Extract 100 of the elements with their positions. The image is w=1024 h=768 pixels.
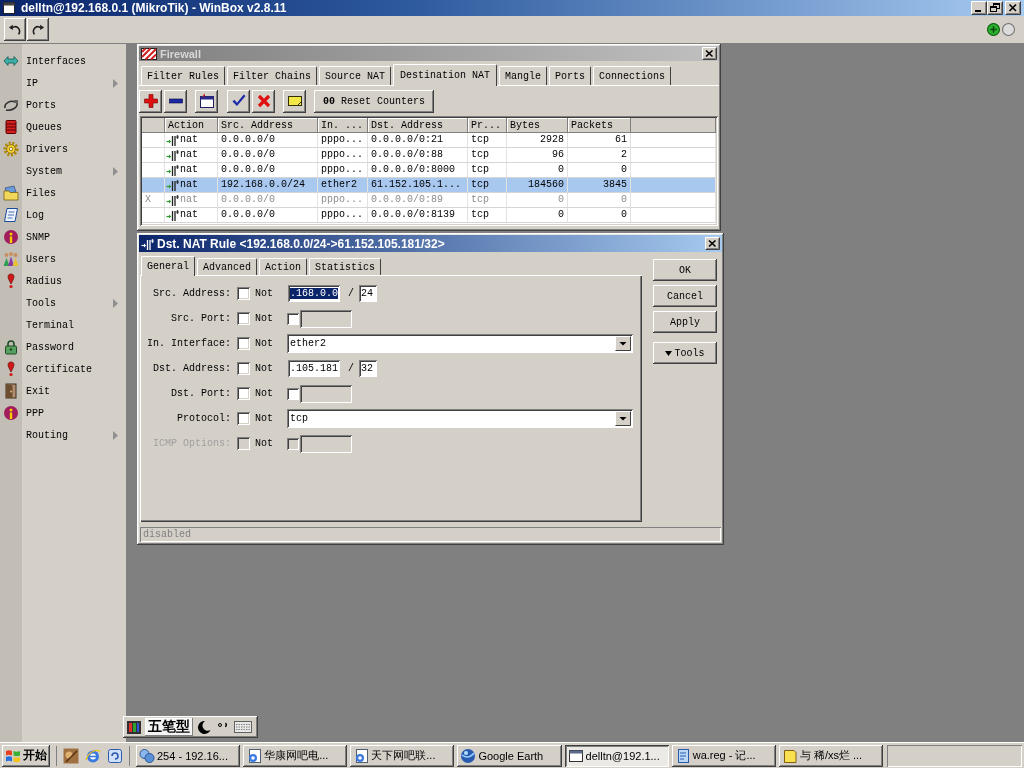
task-button[interactable]: Google Earth — [457, 744, 562, 767]
tab[interactable]: Filter Chains — [227, 66, 318, 85]
cross-icon — [255, 93, 272, 109]
browser-icon[interactable] — [85, 747, 101, 764]
check-button[interactable] — [227, 89, 250, 113]
add-button[interactable] — [139, 89, 162, 113]
not-checkbox[interactable] — [237, 287, 250, 300]
table-cell: 0.0.0.0/0 — [218, 133, 318, 147]
checkbox[interactable] — [287, 387, 299, 400]
column-header[interactable]: Packets — [568, 118, 631, 133]
sidebar-item[interactable]: Radius — [0, 270, 126, 292]
table-row[interactable]: nat 0.0.0.0/0 pppo... 0.0.0.0/0:8139 tcp 0 0 — [142, 208, 716, 223]
keyboard-icon[interactable] — [234, 720, 252, 734]
apply-button[interactable]: Apply — [653, 311, 717, 333]
sidebar-item[interactable]: Exit — [0, 380, 126, 402]
task-button[interactable]: 与 稀/xs烂 ... — [778, 744, 883, 767]
checkbox[interactable] — [287, 312, 299, 325]
sidebar-item[interactable]: IP — [0, 72, 126, 94]
column-header[interactable]: Action — [165, 118, 218, 133]
reset-counters-button[interactable]: 00 Reset Counters — [314, 89, 434, 113]
sidebar-item[interactable]: System — [0, 160, 126, 182]
sidebar-item[interactable]: Certificate — [0, 358, 126, 380]
tools-button[interactable]: Tools — [653, 342, 717, 364]
curved-arrow-icon — [8, 22, 22, 37]
window-button[interactable] — [195, 89, 218, 113]
restore-button[interactable] — [987, 1, 1003, 15]
table-cell: pppo... — [318, 208, 368, 222]
sidebar-item[interactable]: Drivers — [0, 138, 126, 160]
column-header[interactable]: Dst. Address — [368, 118, 468, 133]
tab[interactable]: Advanced — [197, 258, 258, 275]
sidebar-item[interactable]: Interfaces — [0, 50, 126, 72]
input-field[interactable] — [300, 434, 352, 453]
sidebar-item[interactable]: Routing — [0, 424, 126, 446]
task-button[interactable]: wa.reg - 记... — [671, 744, 776, 767]
task-button[interactable]: delltn@192.1... — [564, 744, 669, 767]
tab[interactable]: Filter Rules — [141, 66, 225, 85]
sidebar-item[interactable]: Files — [0, 182, 126, 204]
close-button[interactable] — [1005, 1, 1021, 15]
caret-icon — [665, 350, 673, 356]
arrow-bars-icon — [166, 194, 179, 206]
ok-button[interactable]: OK — [653, 259, 717, 281]
not-checkbox[interactable] — [237, 337, 250, 350]
not-checkbox[interactable] — [237, 387, 250, 400]
refresh-icon[interactable] — [107, 747, 123, 764]
cancel-button[interactable]: Cancel — [653, 285, 717, 307]
sidebar-item[interactable]: Terminal — [0, 314, 126, 336]
not-checkbox[interactable] — [237, 312, 250, 325]
task-button[interactable]: 天下网吧联... — [350, 744, 455, 767]
picture-icon[interactable] — [63, 747, 79, 764]
input-field[interactable] — [300, 384, 352, 403]
tab[interactable]: Connections — [593, 66, 672, 85]
remove-button[interactable] — [164, 89, 187, 113]
minimize-button[interactable] — [971, 1, 987, 15]
checkbox-label: Not — [255, 413, 273, 424]
mask-field[interactable]: 24 — [359, 285, 377, 302]
note-button[interactable] — [283, 89, 306, 113]
task-button[interactable]: 华康网吧电... — [243, 744, 348, 767]
address-field[interactable]: .168.0.0 — [288, 285, 340, 302]
undo-button[interactable] — [4, 18, 26, 41]
column-header[interactable]: Src. Address — [218, 118, 318, 133]
dropdown[interactable]: ether2 — [287, 334, 633, 353]
table-cell: 0.0.0.0/0:88 — [368, 148, 468, 162]
cross-button[interactable] — [252, 89, 275, 113]
tab[interactable]: Source NAT — [319, 66, 392, 85]
sidebar-item[interactable]: Users — [0, 248, 126, 270]
sidebar-item[interactable]: SNMP — [0, 226, 126, 248]
separator-text: / — [348, 363, 354, 374]
tab[interactable]: General — [141, 256, 195, 276]
sidebar-item[interactable]: Tools — [0, 292, 126, 314]
moon-icon[interactable] — [196, 719, 212, 735]
sidebar-item[interactable]: Ports — [0, 94, 126, 116]
address-field[interactable]: .105.181 — [288, 360, 340, 377]
table-row[interactable]: nat 0.0.0.0/0 pppo... 0.0.0.0/0:21 tcp 2928 61 — [142, 133, 716, 148]
not-checkbox[interactable] — [237, 362, 250, 375]
table-cell: tcp — [468, 163, 507, 177]
tab[interactable]: Statistics — [309, 258, 382, 275]
input-mode-button[interactable]: 五笔型 — [145, 718, 193, 736]
tab[interactable]: Ports — [549, 66, 592, 85]
sidebar-item[interactable]: Queues — [0, 116, 126, 138]
column-header[interactable]: Bytes — [507, 118, 568, 133]
column-header[interactable]: Pr... — [468, 118, 507, 133]
close-button[interactable] — [705, 237, 720, 250]
mask-field[interactable]: 32 — [359, 360, 377, 377]
input-field[interactable] — [300, 309, 352, 328]
column-header[interactable]: In. ... — [318, 118, 368, 133]
tab[interactable]: Action — [259, 258, 308, 275]
tab[interactable]: Destination NAT — [393, 64, 498, 86]
sidebar-item[interactable]: PPP — [0, 402, 126, 424]
padlock-icon — [3, 339, 19, 355]
tab[interactable]: Mangle — [499, 66, 548, 85]
start-button[interactable]: 开始 — [2, 744, 50, 767]
sidebar-item[interactable]: Log — [0, 204, 126, 226]
dropdown[interactable]: tcp — [287, 409, 633, 428]
sidebar-item[interactable]: Password — [0, 336, 126, 358]
task-button[interactable]: 254 - 192.16... — [136, 744, 241, 767]
not-checkbox[interactable] — [237, 412, 250, 425]
table-row[interactable]: nat 0.0.0.0/0 pppo... 0.0.0.0/0:88 tcp 96 2 — [142, 148, 716, 163]
redo-button[interactable] — [27, 18, 49, 41]
color-bars-icon[interactable] — [126, 719, 142, 735]
table-row[interactable]: nat 192.168.0.0/24 ether2 61.152.105.1... tcp 184560 3845 — [142, 178, 716, 193]
